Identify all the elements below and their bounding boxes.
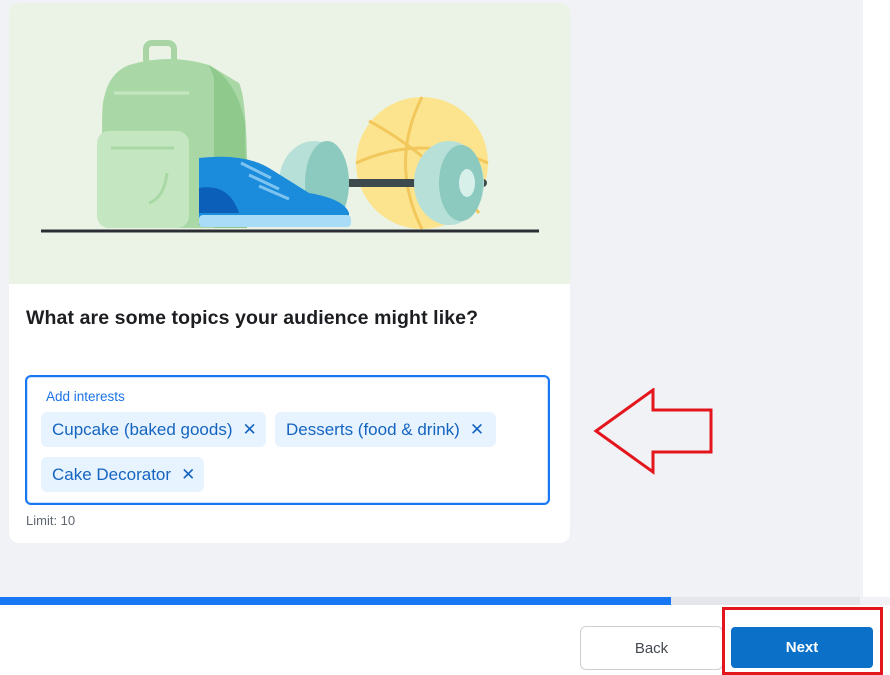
interest-chip-label: Desserts (food & drink): [286, 419, 460, 439]
interests-card: What are some topics your audience might…: [9, 3, 570, 543]
interest-chip-label: Cake Decorator: [52, 464, 172, 484]
close-icon[interactable]: ✕: [243, 421, 257, 438]
add-interests-label: Add interests: [46, 389, 125, 404]
next-button[interactable]: Next: [731, 627, 873, 668]
audience-topics-question: What are some topics your audience might…: [26, 307, 479, 329]
progress-bar-fill: [0, 597, 671, 605]
sports-illustration: [9, 3, 570, 284]
interest-chip-cupcake: Cupcake (baked goods) ✕: [41, 412, 266, 447]
footer-bar: Back Next: [0, 605, 890, 675]
interests-input-field[interactable]: Add interests Cupcake (baked goods) ✕ De…: [25, 375, 550, 505]
back-button[interactable]: Back: [580, 626, 723, 670]
interest-chip-desserts: Desserts (food & drink) ✕: [275, 412, 496, 447]
right-panel-edge: [863, 0, 890, 597]
interest-chip-cake-decorator: Cake Decorator ✕: [41, 457, 204, 492]
interests-limit-text: Limit: 10: [26, 513, 76, 528]
close-icon[interactable]: ✕: [470, 421, 484, 438]
close-icon[interactable]: ✕: [181, 466, 195, 483]
progress-bar: [0, 597, 860, 605]
annotation-arrow-icon: [593, 388, 713, 475]
interest-chip-label: Cupcake (baked goods): [52, 419, 233, 439]
